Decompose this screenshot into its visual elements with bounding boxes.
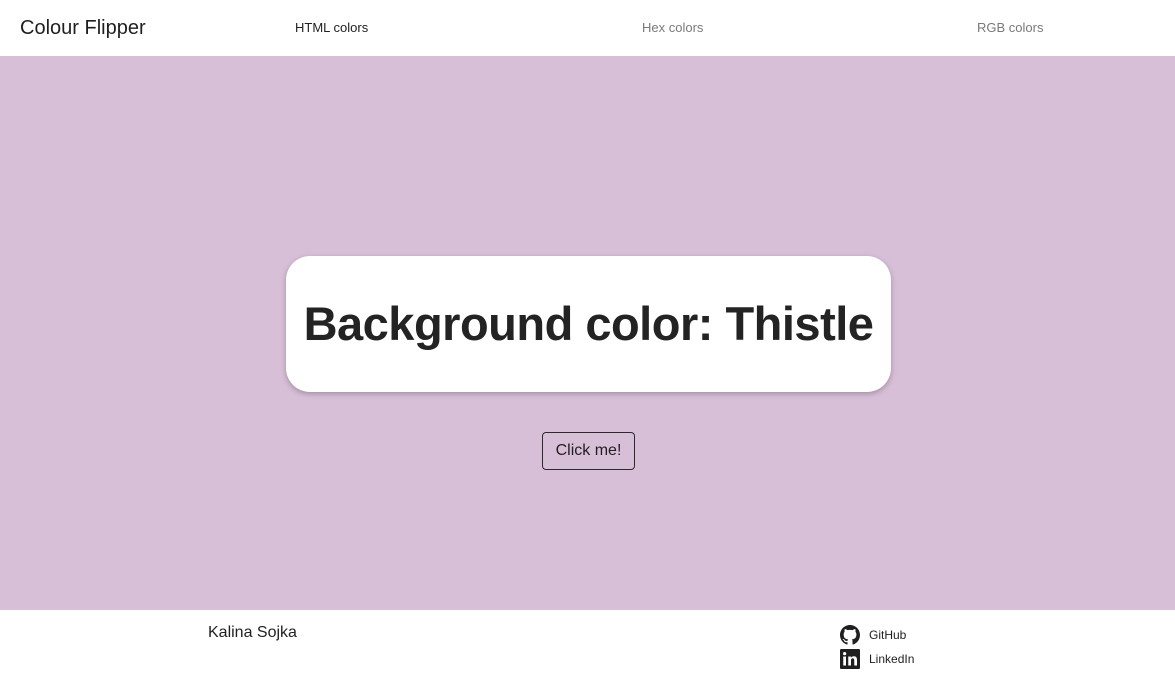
linkedin-label: LinkedIn: [869, 652, 915, 666]
color-display-area: Background color: Thistle Click me!: [0, 56, 1175, 610]
linkedin-icon: [840, 649, 860, 669]
linkedin-link[interactable]: LinkedIn: [840, 649, 914, 669]
color-heading: Background color: Thistle: [303, 297, 874, 350]
nav-link-html-colors[interactable]: HTML colors: [295, 19, 368, 37]
github-link[interactable]: GitHub: [840, 625, 906, 645]
nav-link-rgb-colors[interactable]: RGB colors: [977, 19, 1043, 37]
click-me-button[interactable]: Click me!: [542, 432, 635, 470]
color-card: Background color: Thistle: [286, 256, 891, 392]
footer: Kalina Sojka GitHub LinkedIn: [0, 610, 1175, 685]
nav-link-hex-colors[interactable]: Hex colors: [642, 19, 703, 37]
github-label: GitHub: [869, 628, 907, 642]
author-name: Kalina Sojka: [208, 624, 297, 641]
navbar: Colour Flipper HTML colors Hex colors RG…: [0, 0, 1175, 56]
brand-title[interactable]: Colour Flipper: [20, 15, 146, 41]
github-icon: [840, 625, 860, 645]
